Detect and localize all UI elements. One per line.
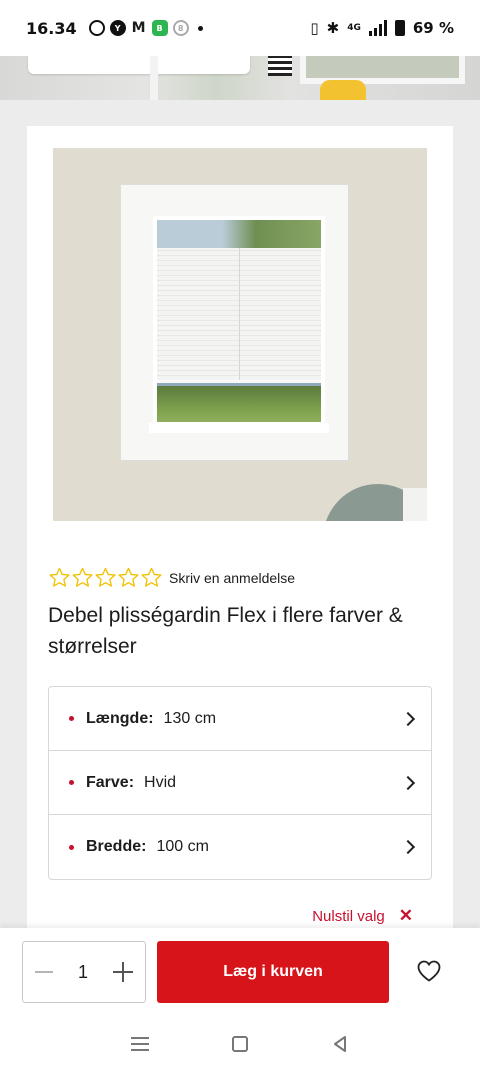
yale-icon: Y [109,20,126,36]
rating-stars[interactable] [48,566,163,589]
status-time: 16.34 [26,18,77,38]
close-icon: ✕ [398,906,413,925]
bluetooth-icon: ✱ [326,19,340,37]
whatsapp-icon [88,20,105,36]
option-label: Farve: [86,773,135,791]
star-icon [49,567,70,587]
pleated-shade [157,248,321,383]
add-to-cart-bar: 1 Læg i kurven [0,928,480,1014]
battery-icon [394,20,405,36]
quantity-stepper: 1 [22,941,146,1003]
chevron-right-icon [400,775,416,790]
window-glass [153,216,325,426]
star-icon [118,567,139,587]
heart-icon[interactable] [416,959,442,983]
recent-apps-icon[interactable] [131,1036,150,1051]
notification-icon: 8 [172,20,189,36]
app-icon: B [151,20,168,36]
option-value: 100 cm [156,838,209,855]
product-image[interactable] [53,148,427,521]
reset-selection-button[interactable]: Nulstil valg ✕ [312,906,413,926]
network-label: 4G [347,23,361,33]
variant-options: Længde: 130 cm Farve: Hvid Bredde: 100 c… [48,686,432,880]
quantity-value[interactable]: 1 [78,962,88,983]
battery-text: 69 % [412,19,454,37]
product-title: Debel plisségardin Flex i flere farver &… [48,604,403,658]
signal-icon [368,20,387,36]
dot-icon [197,25,203,31]
star-icon [141,567,162,587]
vibrate-icon: ▯ [310,19,319,37]
system-icons: ▯ ✱ 4G 69 % [310,19,454,37]
option-label: Bredde: [86,838,147,855]
status-bar: 16.34 Y M B 8 ▯ ✱ 4G 69 % [0,0,480,56]
option-value: Hvid [144,773,177,791]
write-review-link[interactable]: Skriv en anmeldelse [169,570,295,586]
option-color[interactable]: Farve: Hvid [49,751,431,815]
chevron-right-icon [400,839,416,855]
required-bullet [69,716,74,721]
home-icon[interactable] [231,1035,248,1052]
required-bullet [69,844,74,850]
required-bullet [69,780,74,785]
option-label: Længde: [86,709,154,727]
option-length[interactable]: Længde: 130 cm [49,687,431,751]
option-value: 130 cm [163,709,217,727]
back-icon[interactable] [331,1035,349,1053]
chevron-right-icon [400,711,416,726]
star-icon [72,567,93,587]
product-card: Skriv en anmeldelse Debel plisségardin F… [27,126,453,1026]
card-edge [28,56,250,74]
add-to-cart-button[interactable]: Læg i kurven [157,941,389,1003]
plus-icon[interactable] [112,962,133,982]
minus-icon[interactable] [35,971,53,973]
star-icon [95,567,116,587]
rating-row: Skriv en anmeldelse [48,566,295,589]
system-nav-bar [0,1014,480,1073]
notification-icons: Y M B 8 [88,20,203,36]
hero-image [0,56,480,100]
option-width[interactable]: Bredde: 100 cm [49,815,431,879]
gmail-icon: M [131,20,146,36]
reset-label: Nulstil valg [312,907,385,925]
